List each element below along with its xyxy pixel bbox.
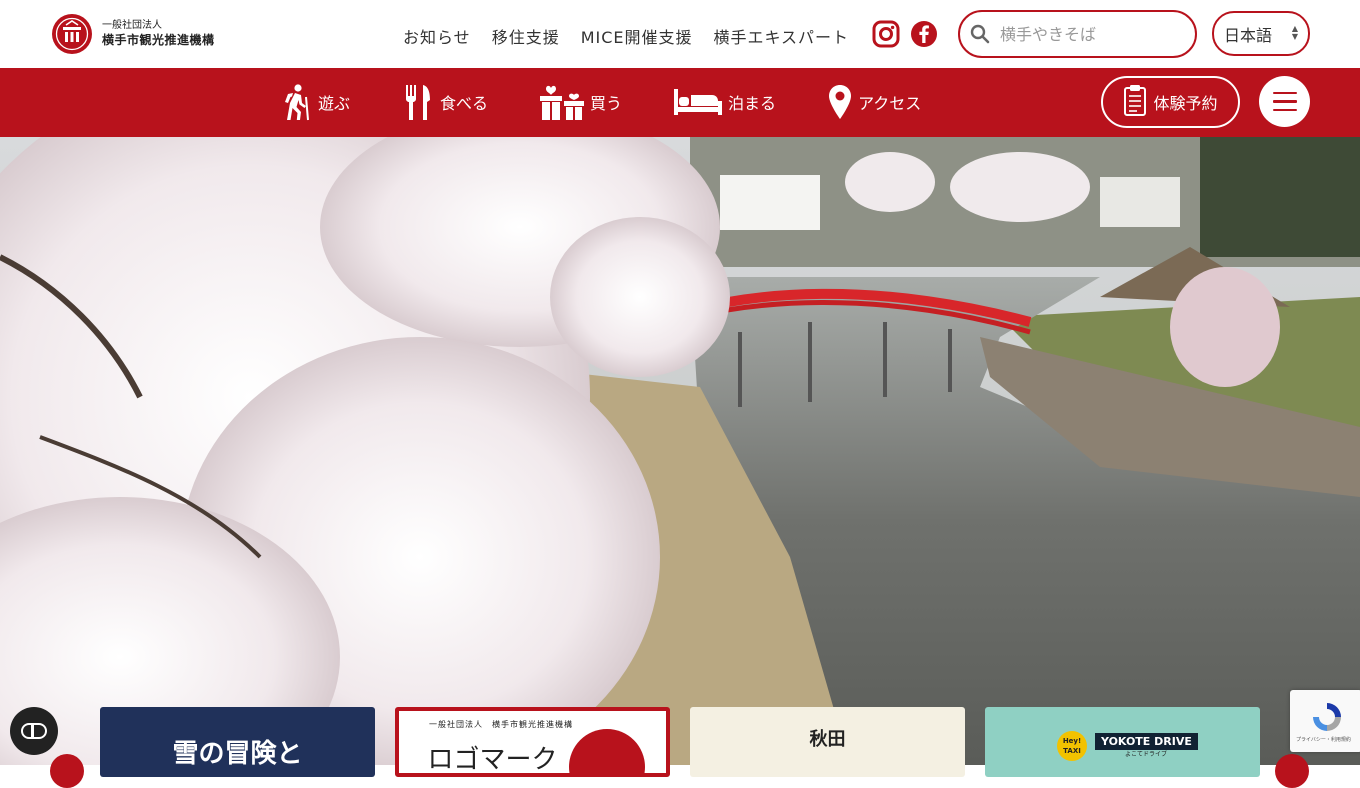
site-logo[interactable]: 一般社団法人 横手市観光推進機構 xyxy=(52,14,215,54)
language-select[interactable]: 日本語 ▲ ▼ xyxy=(1212,11,1310,56)
card-title: 秋田 xyxy=(809,729,846,750)
main-nav: 遊ぶ 食べる 買う 泊まる アクセス xyxy=(278,82,971,122)
main-nav-access[interactable]: アクセス xyxy=(826,82,921,122)
main-nav-play[interactable]: 遊ぶ xyxy=(278,82,350,122)
clipboard-icon xyxy=(1123,84,1147,120)
top-nav-migration[interactable]: 移住支援 xyxy=(492,24,560,48)
logo-title: 横手市観光推進機構 xyxy=(102,32,215,47)
recaptcha-icon xyxy=(1313,703,1341,731)
logo-emblem-icon xyxy=(52,14,92,54)
top-nav-expert[interactable]: 横手エキスパート xyxy=(714,24,850,48)
facebook-icon[interactable] xyxy=(910,20,938,48)
card-caption: よこてドライブ xyxy=(1125,751,1168,758)
map-pin-icon xyxy=(826,82,854,122)
main-nav-eat[interactable]: 食べる xyxy=(400,82,488,122)
search-input[interactable] xyxy=(1000,24,1180,44)
card-title: 雪の冒険と xyxy=(172,739,303,769)
carousel-card[interactable]: Hey! TAXI YOKOTE DRIVE よこてドライブ xyxy=(985,707,1260,777)
top-header: 一般社団法人 横手市観光推進機構 お知らせ 移住支援 MICE開催支援 横手エキ… xyxy=(0,0,1360,68)
carousel-card[interactable]: 一般社団法人 横手市観光推進機構 ロゴマーク xyxy=(395,707,670,777)
gift-icon xyxy=(538,82,586,122)
experience-booking-button[interactable]: 体験予約 xyxy=(1101,76,1240,128)
hamburger-menu-icon[interactable] xyxy=(1259,76,1310,127)
language-selected: 日本語 xyxy=(1224,25,1273,45)
feature-carousel: 雪の冒険と 一般社団法人 横手市観光推進機構 ロゴマーク 秋田 Hey! TAX… xyxy=(0,707,1360,777)
top-nav-mice[interactable]: MICE開催支援 xyxy=(581,24,693,48)
main-nav-label: 泊まる xyxy=(728,94,777,113)
main-nav-label: アクセス xyxy=(858,94,922,113)
main-nav-bar: 遊ぶ 食べる 買う 泊まる アクセス 体験予約 xyxy=(0,68,1360,137)
hiking-icon xyxy=(278,82,314,122)
toggle-icon xyxy=(21,722,47,739)
card-subtitle: 一般社団法人 横手市観光推進機構 xyxy=(429,720,573,729)
fork-knife-icon xyxy=(400,82,436,122)
logo-subtitle: 一般社団法人 xyxy=(102,20,162,32)
search-box xyxy=(958,10,1197,58)
logo-emblem-icon xyxy=(569,729,645,773)
top-nav-news[interactable]: お知らせ xyxy=(403,24,471,48)
search-icon[interactable] xyxy=(970,24,990,44)
hero-image xyxy=(0,137,1360,765)
card-title: YOKOTE DRIVE xyxy=(1095,733,1198,750)
top-nav: お知らせ 移住支援 MICE開催支援 横手エキスパート xyxy=(403,24,849,48)
accessibility-toggle-button[interactable] xyxy=(10,707,58,755)
select-arrows-icon: ▲ ▼ xyxy=(1291,24,1298,41)
main-nav-shop[interactable]: 買う xyxy=(538,82,622,122)
carousel-card[interactable]: 雪の冒険と xyxy=(100,707,375,777)
bed-icon xyxy=(672,82,724,122)
card-badge: Hey! TAXI xyxy=(1057,731,1087,761)
booking-label: 体験予約 xyxy=(1153,94,1218,113)
instagram-icon[interactable] xyxy=(872,20,900,48)
carousel-card[interactable]: 秋田 xyxy=(690,707,965,777)
carousel-prev-button[interactable] xyxy=(50,754,84,788)
carousel-next-button[interactable] xyxy=(1275,754,1309,788)
recaptcha-text: プライバシー・利用規約 xyxy=(1296,737,1351,743)
main-nav-label: 食べる xyxy=(440,94,489,113)
main-nav-label: 買う xyxy=(590,94,623,113)
social-links xyxy=(872,20,938,48)
main-nav-label: 遊ぶ xyxy=(318,94,351,113)
recaptcha-badge[interactable]: プライバシー・利用規約 xyxy=(1290,690,1360,752)
main-nav-stay[interactable]: 泊まる xyxy=(672,82,776,122)
